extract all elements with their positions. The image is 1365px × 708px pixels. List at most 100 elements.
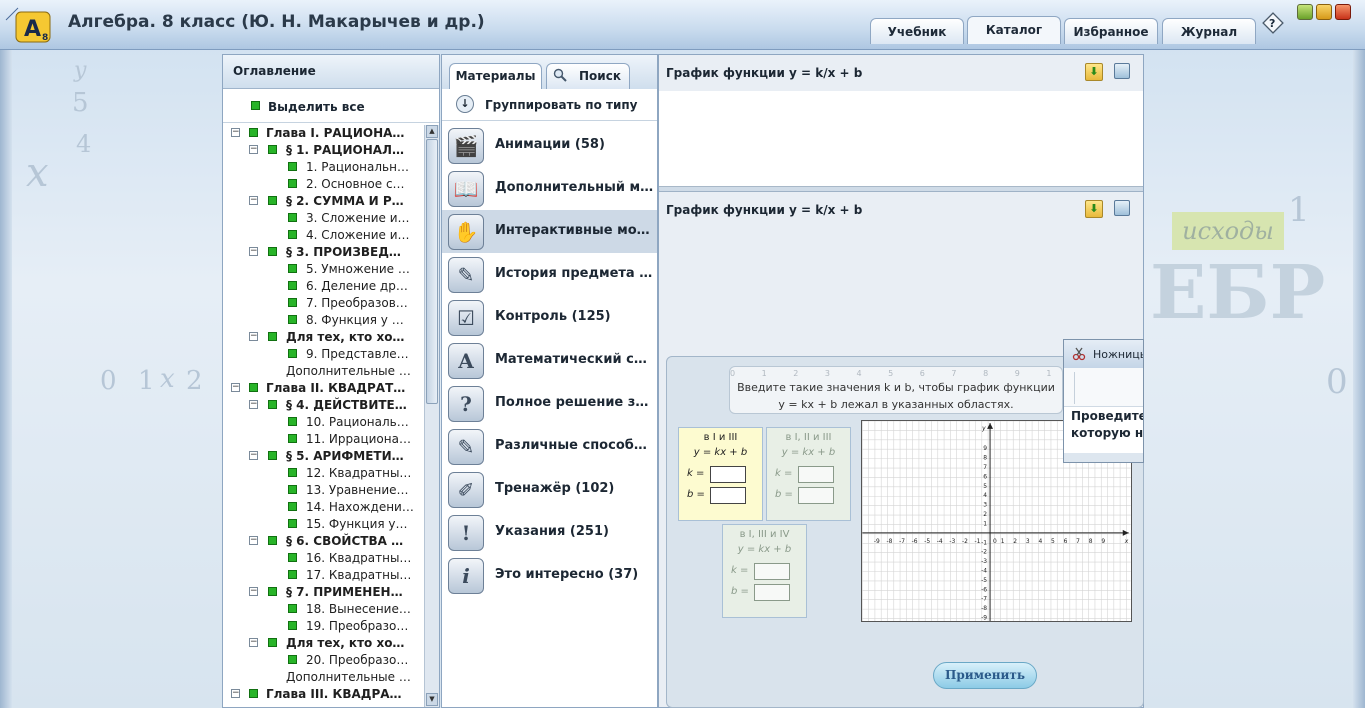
- window-icon[interactable]: [1114, 200, 1130, 216]
- toc-item[interactable]: − Глава I. РАЦИОНА…: [223, 125, 424, 142]
- toc-check-icon[interactable]: [288, 349, 297, 358]
- toc-item[interactable]: 10. Рациональ…: [223, 414, 424, 431]
- tab-journal[interactable]: Журнал: [1162, 18, 1256, 44]
- category-item[interactable]: ✎ История предмета …: [442, 253, 657, 296]
- tab-textbook[interactable]: Учебник: [870, 18, 964, 44]
- k-input[interactable]: [798, 466, 834, 483]
- toc-check-icon[interactable]: [288, 298, 297, 307]
- toc-item[interactable]: − § 3. ПРОИЗВЕД…: [223, 244, 424, 261]
- toc-item[interactable]: Дополнительные …: [223, 669, 424, 686]
- collapse-icon[interactable]: −: [249, 247, 258, 256]
- toc-item[interactable]: 17. Квадратны…: [223, 567, 424, 584]
- quadrant-box-1-3-4[interactable]: в I, III и IV y = kx + b k = b =: [722, 524, 807, 618]
- quadrant-box-1-2-3[interactable]: в I, II и III y = kx + b k = b =: [766, 427, 851, 521]
- toc-check-icon[interactable]: [268, 247, 277, 256]
- toc-check-icon[interactable]: [288, 485, 297, 494]
- collapse-icon[interactable]: −: [249, 145, 258, 154]
- toc-check-icon[interactable]: [268, 638, 277, 647]
- tab-favorites[interactable]: Избранное: [1064, 18, 1158, 44]
- toc-item[interactable]: 16. Квадратны…: [223, 550, 424, 567]
- toc-check-icon[interactable]: [288, 179, 297, 188]
- select-all-check-icon[interactable]: [251, 101, 260, 110]
- toc-check-icon[interactable]: [268, 400, 277, 409]
- collapse-icon[interactable]: −: [231, 128, 240, 137]
- collapse-icon[interactable]: −: [249, 196, 258, 205]
- collapse-icon[interactable]: −: [249, 332, 258, 341]
- toc-check-icon[interactable]: [268, 145, 277, 154]
- category-item[interactable]: i Это интересно (37): [442, 554, 657, 597]
- category-item[interactable]: ? Полное решение з…: [442, 382, 657, 425]
- toc-item[interactable]: − Глава II. КВАДРАТ…: [223, 380, 424, 397]
- toc-check-icon[interactable]: [288, 162, 297, 171]
- toc-item[interactable]: 2. Основное с…: [223, 176, 424, 193]
- toc-item[interactable]: − § 1. РАЦИОНАЛ…: [223, 142, 424, 159]
- maximize-button[interactable]: [1316, 4, 1332, 20]
- toc-item[interactable]: − § 2. СУММА И Р…: [223, 193, 424, 210]
- snipping-tool-titlebar[interactable]: Ножницы: [1064, 340, 1143, 368]
- toc-check-icon[interactable]: [268, 196, 277, 205]
- toc-item[interactable]: 20. Преобразо…: [223, 652, 424, 669]
- toc-item[interactable]: 6. Деление др…: [223, 278, 424, 295]
- toc-item[interactable]: 4. Сложение и…: [223, 227, 424, 244]
- toc-check-icon[interactable]: [288, 604, 297, 613]
- toc-check-icon[interactable]: [288, 315, 297, 324]
- category-item[interactable]: ! Указания (251): [442, 511, 657, 554]
- close-button[interactable]: [1335, 4, 1351, 20]
- toc-check-icon[interactable]: [268, 536, 277, 545]
- b-input[interactable]: [710, 487, 746, 504]
- scroll-thumb[interactable]: [426, 139, 438, 404]
- toc-item[interactable]: 11. Иррациона…: [223, 431, 424, 448]
- toc-item[interactable]: 12. Квадратны…: [223, 465, 424, 482]
- minimize-button[interactable]: [1297, 4, 1313, 20]
- toc-check-icon[interactable]: [249, 383, 258, 392]
- collapse-icon[interactable]: −: [249, 587, 258, 596]
- toc-item[interactable]: − Глава III. КВАДРА…: [223, 686, 424, 703]
- toc-item[interactable]: 1. Рациональн…: [223, 159, 424, 176]
- toc-check-icon[interactable]: [288, 655, 297, 664]
- toc-item[interactable]: 15. Функция y…: [223, 516, 424, 533]
- help-icon[interactable]: ?: [1262, 12, 1284, 34]
- toc-item[interactable]: − § 6. СВОЙСТВА …: [223, 533, 424, 550]
- toc-check-icon[interactable]: [268, 587, 277, 596]
- download-icon[interactable]: ⬇: [1085, 63, 1103, 81]
- toc-check-icon[interactable]: [288, 434, 297, 443]
- scroll-up-icon[interactable]: ▲: [426, 125, 438, 138]
- toc-item[interactable]: − § 4. ДЕЙСТВИТЕ…: [223, 397, 424, 414]
- toc-item[interactable]: − Для тех, кто хо…: [223, 635, 424, 652]
- k-input[interactable]: [754, 563, 790, 580]
- tab-search[interactable]: Поиск: [546, 63, 630, 89]
- toc-item[interactable]: 7. Преобразов…: [223, 295, 424, 312]
- category-item[interactable]: 🎬 Анимации (58): [442, 124, 657, 167]
- category-item[interactable]: ✋ Интерактивные мо…: [442, 210, 657, 253]
- toc-item[interactable]: 3. Сложение и…: [223, 210, 424, 227]
- scroll-down-icon[interactable]: ▼: [426, 693, 438, 706]
- collapse-icon[interactable]: −: [231, 383, 240, 392]
- toc-item[interactable]: 8. Функция y …: [223, 312, 424, 329]
- toc-item[interactable]: 5. Умножение …: [223, 261, 424, 278]
- toc-check-icon[interactable]: [288, 417, 297, 426]
- toc-check-icon[interactable]: [249, 689, 258, 698]
- toc-item[interactable]: Дополнительные …: [223, 363, 424, 380]
- collapse-icon[interactable]: −: [249, 400, 258, 409]
- group-by-type-button[interactable]: ↓ Группировать по типу: [442, 89, 657, 121]
- toc-item[interactable]: − Для тех, кто хо…: [223, 329, 424, 346]
- toc-check-icon[interactable]: [288, 213, 297, 222]
- toc-check-icon[interactable]: [288, 570, 297, 579]
- toc-check-icon[interactable]: [288, 230, 297, 239]
- toc-check-icon[interactable]: [268, 332, 277, 341]
- select-all-checkbox[interactable]: Выделить все: [223, 89, 439, 123]
- toc-check-icon[interactable]: [288, 281, 297, 290]
- toc-check-icon[interactable]: [268, 451, 277, 460]
- b-input[interactable]: [754, 584, 790, 601]
- toc-item[interactable]: 9. Представле…: [223, 346, 424, 363]
- category-item[interactable]: A Математический с…: [442, 339, 657, 382]
- toc-scrollbar[interactable]: ▲ ▼: [424, 125, 439, 707]
- toc-check-icon[interactable]: [288, 553, 297, 562]
- window-icon[interactable]: [1114, 63, 1130, 79]
- toc-check-icon[interactable]: [288, 264, 297, 273]
- toc-item[interactable]: 19. Преобразо…: [223, 618, 424, 635]
- apply-button[interactable]: Применить: [933, 662, 1037, 689]
- b-input[interactable]: [798, 487, 834, 504]
- collapse-icon[interactable]: −: [231, 689, 240, 698]
- tab-materials[interactable]: Материалы: [449, 63, 542, 89]
